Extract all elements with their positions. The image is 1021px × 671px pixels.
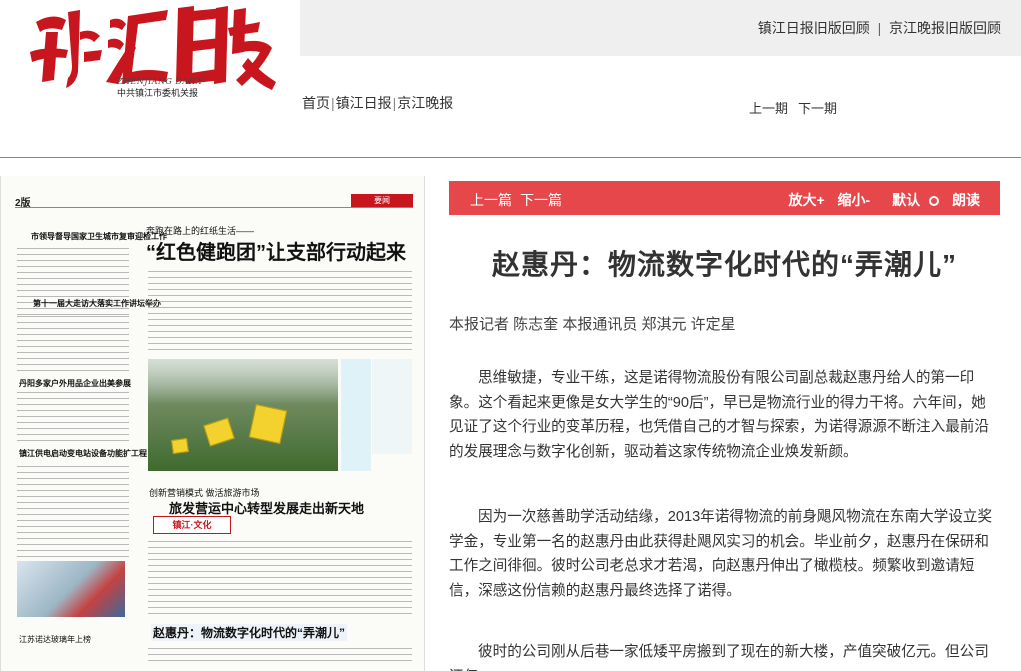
jingjiang-evening-archive-link[interactable]: 京江晚报旧版回顾 [889,20,1001,36]
radio-dot-icon [929,196,940,206]
logo-subtitle: 中共镇江市委机关报 [117,88,199,98]
headline-region-3[interactable]: 丹阳多家户外用品企业出美参展 [19,378,131,389]
header-divider [0,157,1021,158]
read-aloud-button[interactable]: 朗读 [952,192,980,208]
nav-jingjiang-evening[interactable]: 京江晚报 [397,95,453,111]
site-header: ZHENJIANG DAILY 中共镇江市委机关报 镇江日报旧版回顾 | 京江晚… [0,0,1021,158]
headline-region-mid[interactable]: 旅发营运中心转型发展走出新天地 [169,498,364,517]
factory-photo [17,561,125,617]
default-size-button[interactable]: 默认 [883,192,940,208]
archive-links: 镇江日报旧版回顾 | 京江晚报旧版回顾 [757,20,1001,36]
prev-article-link[interactable]: 上一篇 [470,192,512,208]
newspaper-page-image[interactable]: 2版 要闻 市领导督导国家卫生城市复审迎检工作 第十一届大走访大落实工作讲坛举办… [0,176,425,671]
column-logo: 镇江·文化 [153,516,231,534]
article-toolbar: 上一篇 下一篇 放大+ 缩小- 默认 朗读 [449,181,1000,215]
page-header-strip: 2版 要闻 [15,194,413,209]
photo-caption: 江苏诺达玻璃年上榜 [19,635,91,644]
nav-home[interactable]: 首页 [302,95,330,111]
zoom-in-button[interactable]: 放大+ [788,192,824,208]
article-byline: 本报记者 陈志奎 本报通讯员 郑淇元 许定星 [449,316,736,333]
article-paragraph-2: 因为一次慈善助学活动结缘，2013年诺得物流的前身飓风物流在东南大学设立奖学金，… [449,509,993,599]
page-number: 2版 [15,198,31,209]
prev-issue-link[interactable]: 上一期 [749,101,788,116]
issue-nav: 上一期 下一期 [749,98,847,117]
headline-region-2[interactable]: 第十一届大走访大落实工作讲坛举办 [33,298,161,309]
zhenjiang-daily-archive-link[interactable]: 镇江日报旧版回顾 [758,20,870,36]
article-paragraph-1: 思维敏捷，专业干练，这是诺得物流股份有限公司副总裁赵惠丹给人的第一印象。这个看起… [449,370,989,460]
tea-garden-photo [148,359,338,471]
headline-region-bottom[interactable]: 赵惠丹：物流数字化时代的“弄潮儿” [151,624,348,641]
next-issue-link[interactable]: 下一期 [798,101,837,116]
headline-region-main[interactable]: “红色健跑团”让支部行动起来 [146,236,406,265]
zoom-out-button[interactable]: 缩小- [838,192,871,208]
article-title: 赵惠丹：物流数字化时代的“弄潮儿” [491,249,957,280]
section-tag: 要闻 [351,194,413,207]
nav-zhenjiang-daily[interactable]: 镇江日报 [336,95,392,111]
logo-english: ZHENJIANG DAILY [117,77,204,86]
next-article-link[interactable]: 下一篇 [520,192,562,208]
main-nav: 首页|镇江日报|京江晚报 [302,95,454,111]
article-paragraph-3: 彼时的公司刚从后巷一家低矮平房搬到了现在的新大楼，产值突破亿元。但公司还仅 [449,644,989,671]
headline-region-4[interactable]: 镇江供电启动变电站设备功能扩工程 [19,448,147,459]
sidebar-box [341,359,371,471]
